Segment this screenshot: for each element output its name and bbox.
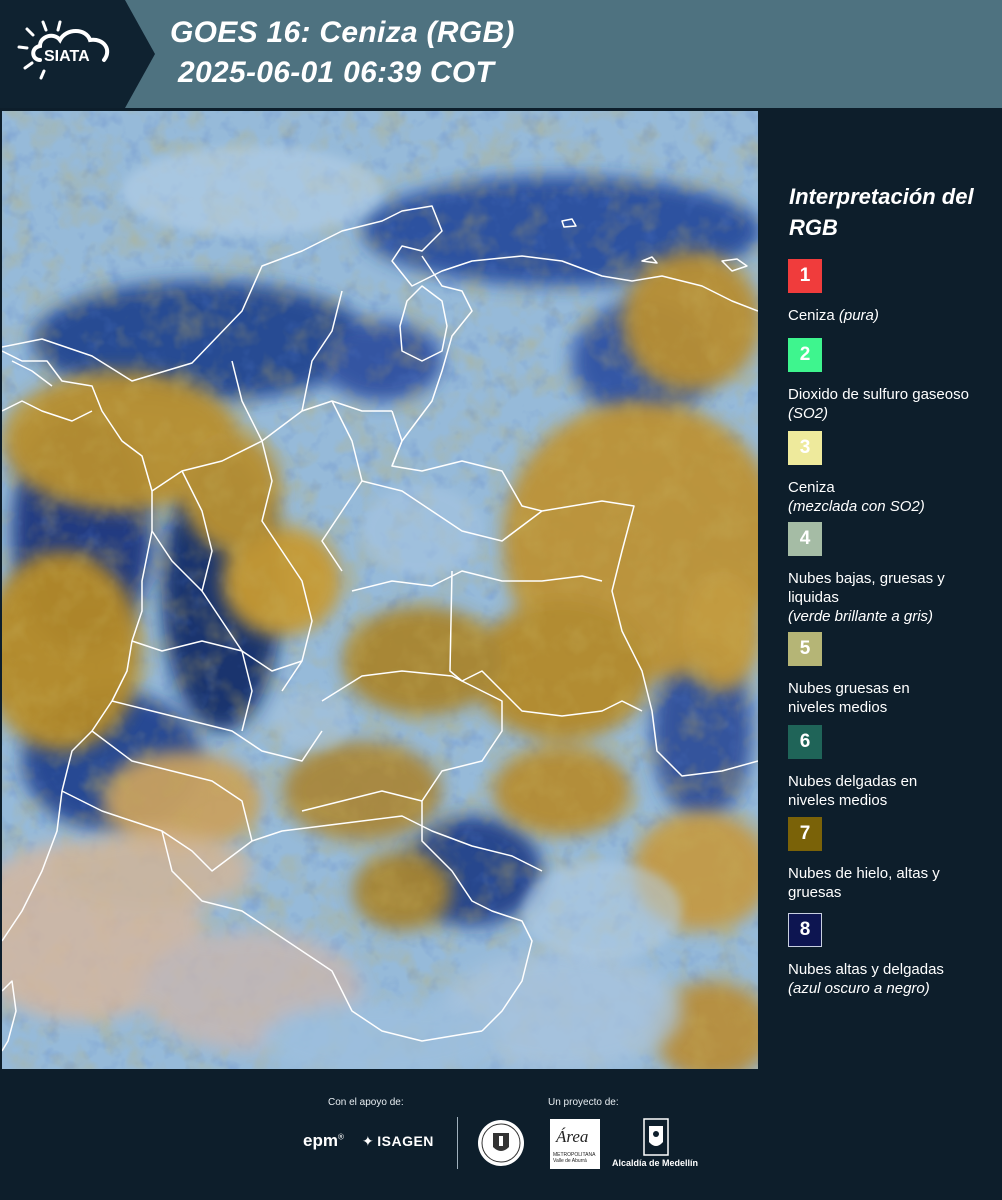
siata-logo: SIATA [0,0,160,108]
support-label: Con el apoyo de: [328,1097,404,1108]
legend-note: (pura) [838,307,879,324]
legend-number: 1 [799,265,811,286]
legend-label: Nubes gruesas en niveles medios [788,680,910,716]
rgb-legend: Interpretación del RGB 1 Ceniza (pura) 2… [762,111,1002,1069]
legend-label: Nubes bajas, gruesas y liquidas [788,570,945,606]
legend-label: Ceniza [788,479,835,496]
siata-logo-text: SIATA [44,48,90,65]
legend-note: (mezclada con SO2) [788,498,925,515]
legend-note: (verde brillante a gris) [788,608,934,625]
project-label: Un proyecto de: [548,1097,619,1108]
legend-label: Nubes de hielo, altas y gruesas [788,865,940,901]
satellite-map [2,111,758,1069]
area-logo-text: Área [556,1127,589,1146]
page-title: GOES 16: Ceniza (RGB) [170,16,515,49]
legend-number: 8 [799,919,811,940]
legend-item-1: 1 Ceniza (pura) [788,259,998,325]
legend-swatch-3: 3 [788,431,822,465]
page-datetime: 2025-06-01 06:39 COT [178,56,495,89]
legend-swatch-8: 8 [788,913,822,947]
legend-label: Nubes altas y delgadas [788,961,944,978]
university-seal-icon [478,1120,524,1166]
legend-item-4: 4 Nubes bajas, gruesas y liquidas (verde… [788,522,998,626]
legend-number: 3 [799,437,811,458]
legend-swatch-4: 4 [788,522,822,556]
alcaldia-label: Alcaldía de Medellín [612,1158,699,1168]
legend-swatch-5: 5 [788,632,822,666]
legend-swatch-6: 6 [788,725,822,759]
isagen-icon: ✦ [362,1133,375,1149]
legend-note: (azul oscuro a negro) [788,980,930,997]
legend-number: 6 [799,731,811,752]
legend-item-8: 8 Nubes altas y delgadas (azul oscuro a … [788,913,998,998]
legend-label: Nubes delgadas en niveles medios [788,773,918,809]
satellite-image [2,111,758,1069]
legend-number: 7 [799,823,811,844]
legend-number: 5 [799,638,811,659]
alcaldia-shield-icon [643,1118,669,1156]
epm-logo-text: epm [303,1131,338,1150]
legend-swatch-1: 1 [788,259,822,293]
epm-registered-mark: ® [337,1132,344,1142]
footer: Con el apoyo de: Un proyecto de: epm® ✦ I… [0,1069,1002,1200]
legend-label: Dioxido de sulfuro gaseoso [788,386,969,403]
legend-number: 2 [799,344,811,365]
area-metropolitana-logo: Área METROPOLITANA Valle de Aburrá [550,1119,600,1169]
header-bar: SIATA GOES 16: Ceniza (RGB) 2025-06-01 0… [0,0,1002,108]
footer-divider [457,1117,458,1169]
legend-number: 4 [799,528,811,549]
legend-swatch-7: 7 [788,817,822,851]
legend-item-7: 7 Nubes de hielo, altas y gruesas [788,817,998,902]
legend-note: (SO2) [788,405,829,422]
legend-item-2: 2 Dioxido de sulfuro gaseoso (SO2) [788,338,998,423]
legend-item-3: 3 Ceniza (mezclada con SO2) [788,431,998,516]
legend-label: Ceniza [788,307,835,324]
legend-title: Interpretación del RGB [789,184,974,240]
isagen-logo: ✦ ISAGEN [362,1133,434,1150]
legend-item-6: 6 Nubes delgadas en niveles medios [788,725,998,810]
area-logo-subtext: METROPOLITANA Valle de Aburrá [553,1152,596,1164]
legend-swatch-2: 2 [788,338,822,372]
legend-item-5: 5 Nubes gruesas en niveles medios [788,632,998,717]
isagen-logo-text: ISAGEN [377,1133,434,1149]
epm-logo: epm® [303,1131,344,1151]
